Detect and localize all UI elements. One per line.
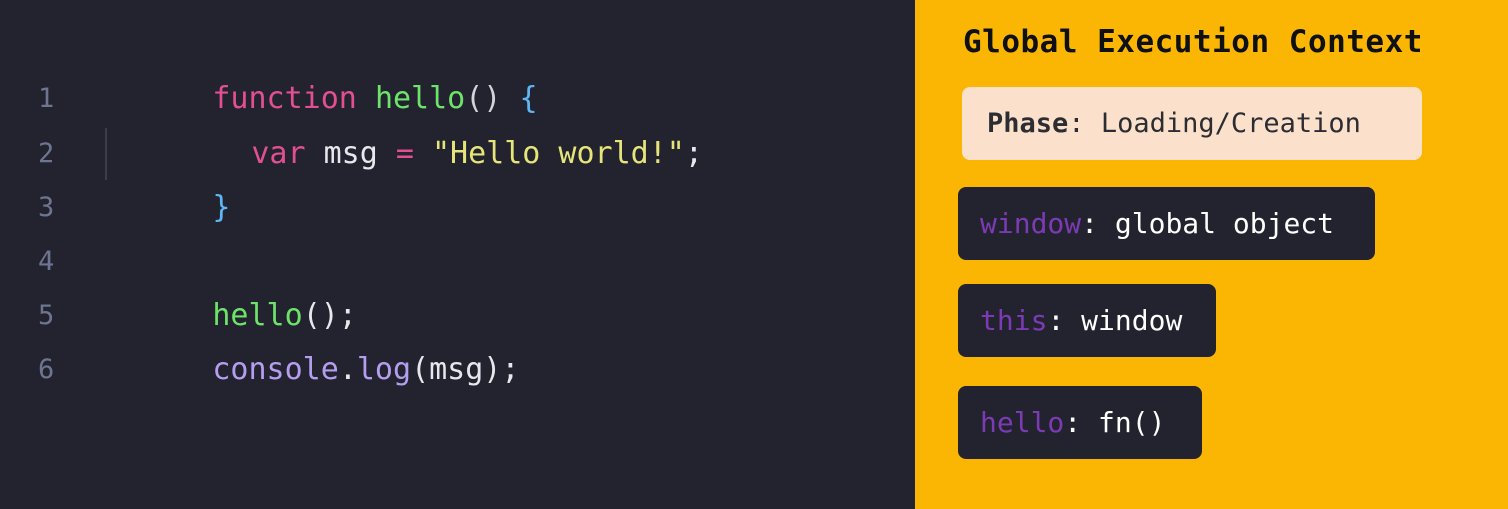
phase-key: Phase <box>987 108 1069 139</box>
context-entry-this: this: window <box>958 284 1216 357</box>
line-number: 5 <box>38 299 55 331</box>
line-number: 4 <box>38 245 55 277</box>
operator: = <box>395 135 414 171</box>
execution-context-panel: Global Execution Context Phase: Loading/… <box>915 0 1508 509</box>
line-number: 3 <box>38 191 55 223</box>
object-name: console <box>212 351 339 387</box>
phase-value: Loading/Creation <box>1100 108 1361 139</box>
entry-value: global object <box>1114 207 1335 240</box>
entry-key: this <box>980 304 1048 337</box>
context-entry-hello: hello: fn() <box>958 386 1202 459</box>
identifier: msg <box>323 135 378 171</box>
line-number: 2 <box>38 137 55 169</box>
entry-value: fn() <box>1098 406 1166 439</box>
keyword: var <box>251 135 306 171</box>
semicolon: ; <box>684 135 703 171</box>
phase-sep: : <box>1068 108 1085 139</box>
entry-value: window <box>1081 304 1183 337</box>
line-number: 1 <box>38 82 55 114</box>
context-entry-window: window: global object <box>958 187 1375 260</box>
panel-title: Global Execution Context <box>963 24 1423 60</box>
code-editor: 1 function hello() { 2 var msg = "Hello … <box>0 0 915 509</box>
entry-key: hello <box>980 406 1065 439</box>
method-name: log <box>356 351 412 387</box>
entry-sep: : <box>1047 304 1065 337</box>
phase-box: Phase: Loading/Creation <box>962 87 1422 160</box>
call-args: (msg); <box>411 351 520 387</box>
entry-key: window <box>980 207 1082 240</box>
line-number: 6 <box>38 353 55 385</box>
string-literal: "Hello world!" <box>432 135 685 171</box>
entry-sep: : <box>1064 406 1082 439</box>
entry-sep: : <box>1081 207 1099 240</box>
close-brace: } <box>212 189 231 225</box>
dot: . <box>338 351 357 387</box>
